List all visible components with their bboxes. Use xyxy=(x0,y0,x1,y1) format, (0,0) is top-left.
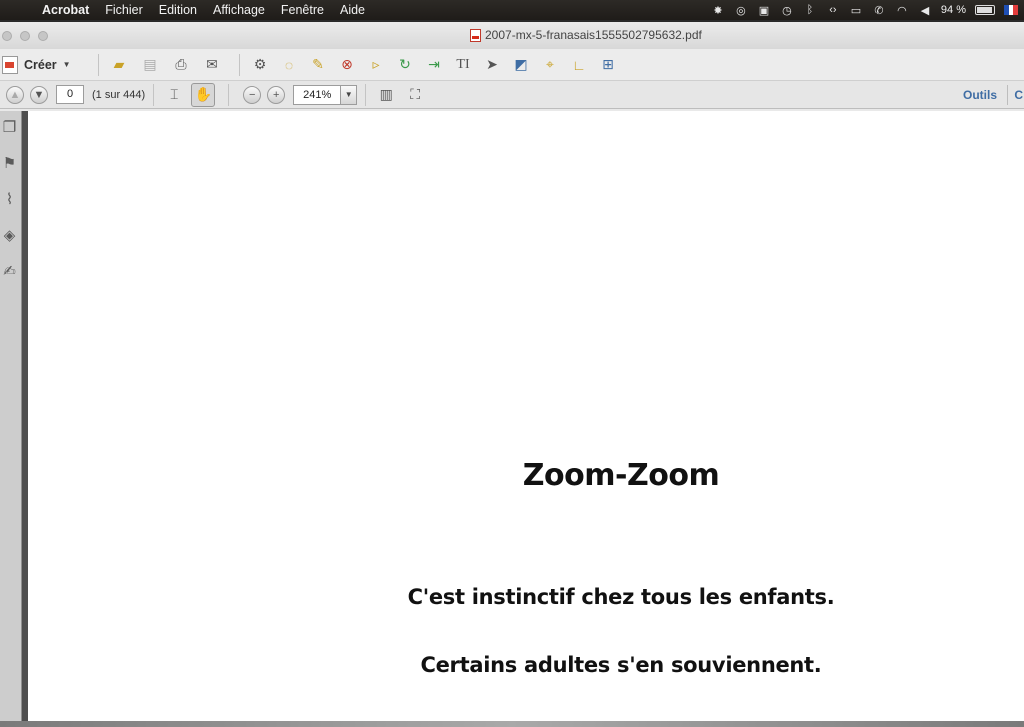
minimize-window-button[interactable] xyxy=(20,30,30,41)
document-line-1: C'est instinctif chez tous les enfants. xyxy=(407,585,835,609)
document-area: ❐ ⚑ ⌇ ◈ ✍ Zoom-Zoom C'est instinctif che… xyxy=(0,111,1024,727)
measure-icon[interactable]: ∟ xyxy=(567,53,591,77)
menu-fenetre[interactable]: Fenêtre xyxy=(273,3,332,17)
lock-icon[interactable]: ▣ xyxy=(757,4,771,17)
zoom-level-input[interactable]: 241% xyxy=(293,84,342,105)
delete-page-icon[interactable]: ⊗ xyxy=(335,53,359,77)
wifi-icon[interactable]: ◠ xyxy=(895,4,909,17)
document-line-2: Certains adultes s'en souviennent. xyxy=(420,653,822,677)
toolbar-divider xyxy=(98,53,99,76)
select-arrow-icon[interactable]: ➤ xyxy=(480,53,504,77)
comment-bubble-icon[interactable]: ◌ xyxy=(277,53,301,77)
previous-page-icon[interactable]: ▲ xyxy=(6,85,24,104)
window-title-text: 2007-mx-5-franasais1555502795632.pdf xyxy=(485,28,702,42)
toolbar-divider xyxy=(365,83,367,106)
create-button[interactable]: Créer ▼ xyxy=(2,55,90,74)
insert-page-icon[interactable]: ▹ xyxy=(364,53,388,77)
rotate-page-icon[interactable]: ↻ xyxy=(393,53,417,77)
zoom-window-button[interactable] xyxy=(38,30,48,41)
menu-aide[interactable]: Aide xyxy=(332,3,373,17)
window-controls xyxy=(0,30,48,41)
acrobat-window: 2007-mx-5-franasais1555502795632.pdf Cré… xyxy=(0,22,1024,727)
creative-cloud-icon[interactable]: ◎ xyxy=(734,4,748,17)
window-title: 2007-mx-5-franasais1555502795632.pdf xyxy=(470,28,702,42)
navigation-pane: ❐ ⚑ ⌇ ◈ ✍ xyxy=(0,111,22,727)
sparkle-icon[interactable]: ✸ xyxy=(711,4,725,17)
pdf-page[interactable]: Zoom-Zoom C'est instinctif chez tous les… xyxy=(28,111,1024,723)
comment-pane-button[interactable]: C xyxy=(1014,88,1023,102)
toolbar-divider xyxy=(1007,85,1008,105)
hand-tool-icon[interactable]: ✋ xyxy=(191,82,216,107)
zoom-out-icon[interactable]: − xyxy=(243,85,262,104)
airplay-icon[interactable]: ▭ xyxy=(849,4,863,17)
close-window-button[interactable] xyxy=(2,30,12,41)
stamp-icon[interactable]: ⌖ xyxy=(538,53,562,77)
zoom-in-icon[interactable]: + xyxy=(267,85,286,104)
text-tool-icon[interactable]: TI xyxy=(451,53,475,77)
time-machine-icon[interactable]: ◷ xyxy=(780,4,794,17)
create-label: Créer xyxy=(24,57,57,72)
bookmarks-icon[interactable]: ⚑ xyxy=(2,155,17,172)
dock-edge xyxy=(0,721,1024,727)
signatures-icon[interactable]: ✍ xyxy=(2,263,17,280)
phone-icon[interactable]: ✆ xyxy=(872,4,886,17)
navigation-toolbar: ▲ ▼ 0 (1 sur 444) ⌶ ✋ − + 241% ▼ ▥ ⛶ Out… xyxy=(0,81,1024,109)
menu-affichage[interactable]: Affichage xyxy=(205,3,273,17)
select-cursor-icon[interactable]: ⌶ xyxy=(162,83,186,107)
menu-edition[interactable]: Edition xyxy=(151,3,205,17)
menu-app-name[interactable]: Acrobat xyxy=(34,3,97,17)
next-page-icon[interactable]: ▼ xyxy=(30,85,48,104)
open-folder-icon[interactable]: ▰ xyxy=(107,53,131,77)
print-icon[interactable]: ⎙ xyxy=(169,53,193,77)
highlight-pen-icon[interactable]: ✎ xyxy=(306,53,330,77)
document-heading: Zoom-Zoom xyxy=(522,458,720,493)
page-number-input[interactable]: 0 xyxy=(56,85,84,104)
toolbar-divider xyxy=(228,83,230,106)
pdf-file-icon xyxy=(470,28,481,42)
fit-page-icon[interactable]: ▥ xyxy=(374,83,398,107)
create-pdf-icon xyxy=(2,55,18,74)
battery-percent[interactable]: 94 % xyxy=(941,4,966,16)
tools-pane-button[interactable]: Outils xyxy=(963,88,997,102)
french-flag-icon[interactable] xyxy=(1004,5,1019,15)
email-icon[interactable]: ✉ xyxy=(200,53,224,77)
battery-icon[interactable] xyxy=(975,5,995,15)
page-count-label: (1 sur 444) xyxy=(92,88,146,101)
layers-icon[interactable]: ◈ xyxy=(2,227,17,244)
menu-fichier[interactable]: Fichier xyxy=(97,3,151,17)
bluetooth-icon[interactable]: ᛒ xyxy=(803,4,817,16)
extract-page-icon[interactable]: ⇥ xyxy=(422,53,446,77)
toolbar-divider xyxy=(153,83,155,106)
title-bar: 2007-mx-5-franasais1555502795632.pdf xyxy=(0,22,1024,49)
chevron-down-icon: ▼ xyxy=(62,60,71,69)
zoom-dropdown-icon[interactable]: ▼ xyxy=(341,84,358,105)
status-area: ✸ ◎ ▣ ◷ ᛒ ‹› ▭ ✆ ◠ ◀ 94 % xyxy=(711,0,1024,20)
main-toolbar: Créer ▼ ▰ ▤ ⎙ ✉ ⚙ ◌ ✎ ⊗ ▹ ↻ ⇥ TI ➤ ◩ ⌖ ∟… xyxy=(0,49,1024,81)
select-object-icon[interactable]: ◩ xyxy=(509,53,533,77)
save-icon[interactable]: ▤ xyxy=(138,53,162,77)
code-icon[interactable]: ‹› xyxy=(826,4,840,16)
toolbar-divider xyxy=(239,53,240,76)
attachments-icon[interactable]: ⌇ xyxy=(2,191,17,208)
menu-bar: Acrobat Fichier Edition Affichage Fenêtr… xyxy=(0,0,1024,20)
full-screen-icon[interactable]: ⛶ xyxy=(403,83,427,107)
page-thumbnails-icon[interactable]: ❐ xyxy=(2,119,17,136)
volume-icon[interactable]: ◀ xyxy=(918,4,932,17)
crop-icon[interactable]: ⊞ xyxy=(596,53,620,77)
settings-gear-icon[interactable]: ⚙ xyxy=(248,53,272,77)
